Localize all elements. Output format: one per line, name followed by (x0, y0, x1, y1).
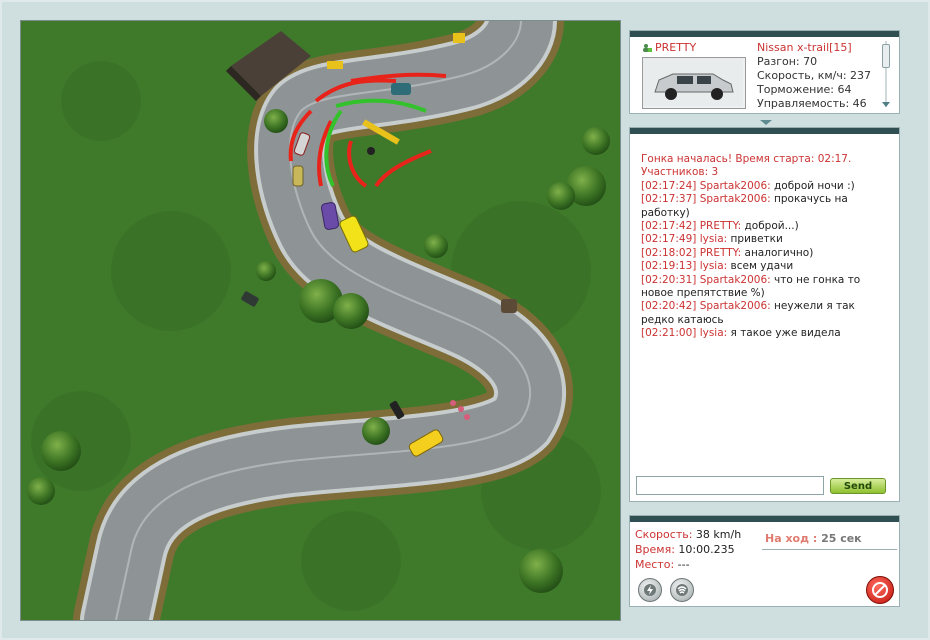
player-label: PRETTY (642, 41, 696, 54)
chat-username[interactable]: PRETTY: (700, 220, 741, 232)
horn-button[interactable] (670, 578, 694, 602)
car-stat-acceleration: Разгон: 70 (757, 55, 818, 68)
car-image (642, 57, 746, 109)
speed-readout: Скорость: 38 km/h (635, 527, 741, 542)
exit-race-button[interactable] (866, 576, 894, 604)
chat-input[interactable] (636, 476, 824, 495)
chat-message: [02:17:24] Spartak2006: доброй ночи :) (641, 180, 889, 193)
chat-timestamp: [02:20:31] (641, 273, 697, 286)
car-info-panel: PRETTY Nissan x-trail[15] Разгон: 70 Ско… (629, 30, 900, 114)
car-stat-speed: Скорость, км/ч: 237 (757, 69, 872, 82)
chat-text: аналогично) (741, 246, 814, 259)
chat-username[interactable]: Spartak2006: (700, 300, 771, 312)
turn-timer: На ход : 25 сек (765, 532, 862, 545)
time-label: Время: (635, 543, 675, 556)
lightning-icon (644, 584, 656, 596)
time-value: 10:00.235 (674, 543, 735, 556)
user-online-icon (643, 43, 652, 52)
chat-text: приветки (727, 233, 783, 246)
chat-panel: Гонка началась! Время старта: 02:17. Уча… (629, 127, 900, 502)
chat-log: Гонка началась! Время старта: 02:17. Уча… (641, 153, 889, 341)
turn-label: На ход : (765, 532, 818, 545)
car-stat-handling: Управляемость: 46 (757, 97, 867, 110)
chat-timestamp: [02:18:02] (641, 246, 697, 259)
chat-message: [02:18:02] PRETTY: аналогично) (641, 247, 889, 260)
chat-username[interactable]: Spartak2006: (700, 180, 771, 192)
chat-message: [02:19:13] lysia: всем удачи (641, 260, 889, 273)
chat-system-line: Гонка началась! Время старта: 02:17. (641, 153, 852, 165)
chat-username[interactable]: Spartak2006: (700, 274, 771, 286)
nitro-button[interactable] (638, 578, 662, 602)
chat-timestamp: [02:20:42] (641, 300, 697, 313)
car-panel-scrollbar[interactable] (881, 41, 891, 107)
place-readout: Место: --- (635, 557, 741, 572)
chat-message: [02:17:42] PRETTY: доброй...) (641, 220, 889, 233)
chat-message: [02:17:37] Spartak2006: прокачусь на раб… (641, 193, 889, 220)
chat-timestamp: [02:17:24] (641, 179, 697, 192)
chat-text: всем удачи (727, 260, 794, 273)
chat-message: [02:17:49] lysia: приветки (641, 233, 889, 246)
panel-header-bar (630, 516, 899, 522)
place-label: Место: (635, 558, 675, 571)
panel-header-bar (630, 31, 899, 37)
chat-message: [02:20:42] Spartak2006: неужели я так ре… (641, 300, 889, 327)
chat-text: я такое уже видела (727, 327, 841, 340)
chat-system-line: Участников: 3 (641, 166, 719, 179)
chat-timestamp: [02:17:49] (641, 233, 697, 246)
chat-message: [02:20:31] Spartak2006: что не гонка то … (641, 274, 889, 301)
collapse-arrow-icon[interactable] (760, 120, 772, 125)
race-status-panel: Скорость: 38 km/h Время: 10:00.235 Место… (629, 515, 900, 607)
chat-username[interactable]: Spartak2006: (700, 193, 771, 205)
speed-value: 38 km/h (692, 528, 742, 541)
time-readout: Время: 10:00.235 (635, 542, 741, 557)
signal-waves-icon (676, 584, 688, 596)
speed-label: Скорость: (635, 528, 693, 541)
chat-timestamp: [02:17:42] (641, 220, 697, 233)
chat-username[interactable]: lysia: (700, 260, 728, 272)
chat-username[interactable]: lysia: (700, 327, 728, 339)
stop-icon (872, 582, 888, 598)
chat-username[interactable]: lysia: (700, 233, 728, 245)
chat-message: [02:21:00] lysia: я такое уже видела (641, 327, 889, 340)
race-stats: Скорость: 38 km/h Время: 10:00.235 Место… (635, 527, 741, 572)
chat-timestamp: [02:17:37] (641, 193, 697, 206)
player-name[interactable]: PRETTY (655, 41, 696, 54)
chat-username[interactable]: PRETTY: (700, 247, 741, 259)
place-value: --- (674, 558, 690, 571)
car-stats: Nissan x-trail[15] Разгон: 70 Скорость, … (757, 41, 871, 111)
divider (762, 549, 897, 550)
chat-text: доброй...) (741, 220, 799, 233)
scroll-down-arrow-icon[interactable] (882, 102, 890, 107)
panel-header-bar (630, 128, 899, 134)
scrollbar-thumb[interactable] (882, 44, 890, 68)
car-name: Nissan x-trail[15] (757, 41, 852, 54)
chat-timestamp: [02:21:00] (641, 327, 697, 340)
car-stat-braking: Торможение: 64 (757, 83, 852, 96)
chat-text: доброй ночи :) (770, 179, 855, 192)
chat-timestamp: [02:19:13] (641, 260, 697, 273)
send-button[interactable]: Send (830, 478, 886, 494)
race-track-map[interactable] (20, 20, 621, 621)
turn-value: 25 сек (817, 532, 862, 545)
